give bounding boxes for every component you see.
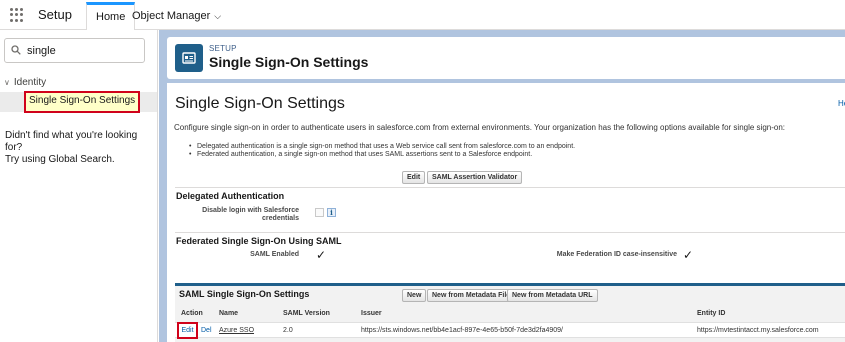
disable-login-checkbox[interactable] xyxy=(315,208,324,217)
row-saml-version: 2.0 xyxy=(283,327,293,334)
page-description: Configure single sign-on in order to aut… xyxy=(174,123,786,132)
list-item: Federated authentication, a single sign-… xyxy=(189,151,575,159)
saml-enabled-check-icon: ✓ xyxy=(316,248,327,262)
divider xyxy=(175,232,845,233)
new-button[interactable]: New xyxy=(402,289,427,302)
disable-login-label-line2: credentials xyxy=(262,215,299,222)
saml-settings-section: SAML Single Sign-On Settings New New fro… xyxy=(175,283,845,342)
disable-login-label-line1: Disable login with Salesforce xyxy=(202,207,299,214)
new-from-metadata-url-button[interactable]: New from Metadata URL xyxy=(507,289,598,302)
divider xyxy=(175,187,845,188)
page-title: Single Sign-On Settings xyxy=(175,95,345,112)
tree-node-identity-label: Identity xyxy=(13,77,47,88)
chevron-down-icon[interactable]: ⌵ xyxy=(214,2,221,30)
quick-find-box[interactable] xyxy=(4,38,145,63)
tree-item-single-sign-on-settings[interactable]: Single Sign-On Settings xyxy=(23,91,141,113)
app-launcher-icon[interactable] xyxy=(10,8,24,22)
settings-page-icon xyxy=(175,44,203,72)
breadcrumb-setup: SETUP xyxy=(209,44,237,53)
list-item: Delegated authentication is a single sig… xyxy=(189,143,575,151)
sso-options-list: Delegated authentication is a single sig… xyxy=(189,143,575,159)
tab-object-manager[interactable]: Object Manager ⌵ xyxy=(123,2,230,30)
app-name: Setup xyxy=(38,7,72,22)
info-icon[interactable]: i xyxy=(327,208,336,217)
row-delete-link[interactable]: Del xyxy=(201,327,212,334)
page-header: SETUP Single Sign-On Settings xyxy=(167,37,845,79)
row-edit-link[interactable]: Edit xyxy=(177,322,198,339)
case-insensitive-check-icon: ✓ xyxy=(683,248,694,262)
row-entity-id: https://mvtestintacct.my.salesforce.com xyxy=(697,327,819,334)
global-header: Setup Home Object Manager ⌵ xyxy=(0,0,845,30)
saml-assertion-validator-button[interactable]: SAML Assertion Validator xyxy=(427,171,523,184)
global-search-hint: Didn't find what you're looking for? Try… xyxy=(5,130,157,166)
not-found-text: Didn't find what you're looking for? xyxy=(5,130,138,153)
chevron-down-icon[interactable]: ∨ xyxy=(4,78,10,87)
tab-home-label: Home xyxy=(96,11,126,23)
row-issuer: https://sts.windows.net/bb4e1acf-897e-4e… xyxy=(361,327,563,334)
federated-sso-title: Federated Single Sign-On Using SAML xyxy=(176,236,342,246)
column-header-name: Name xyxy=(219,310,239,317)
table-header: Action Name SAML Version Issuer Entity I… xyxy=(175,310,845,321)
case-insensitive-label: Make Federation ID case-insensitive xyxy=(556,251,677,258)
tree-node-identity[interactable]: ∨ Identity xyxy=(4,77,46,88)
id-card-icon xyxy=(182,52,196,64)
content-panel: Single Sign-On Settings He Configure sin… xyxy=(167,83,845,342)
search-icon xyxy=(11,45,21,55)
edit-button[interactable]: Edit xyxy=(402,171,426,184)
row-name-link[interactable]: Azure SSO xyxy=(219,327,254,334)
table-row: Edit Del Azure SSO 2.0 https://sts.windo… xyxy=(175,322,845,339)
column-header-entity-id: Entity ID xyxy=(697,310,726,317)
column-header-saml-version: SAML Version xyxy=(283,310,330,317)
page-header-title: Single Sign-On Settings xyxy=(209,54,369,70)
setup-sidebar: ∨Identity Single Sign-On Settings Didn't… xyxy=(0,30,158,342)
new-from-metadata-file-button[interactable]: New from Metadata File xyxy=(427,289,516,302)
help-link[interactable]: He xyxy=(838,99,845,108)
saml-settings-title: SAML Single Sign-On Settings xyxy=(179,289,310,299)
saml-enabled-label: SAML Enabled xyxy=(250,251,299,258)
tab-object-manager-label: Object Manager xyxy=(132,10,211,22)
global-search-text: Try using Global Search. xyxy=(5,154,115,165)
quick-find-input[interactable] xyxy=(27,43,137,59)
disable-login-label: Disable login with Salesforce credential… xyxy=(187,207,299,223)
column-header-issuer: Issuer xyxy=(361,310,382,317)
column-header-action: Action xyxy=(181,310,203,317)
delegated-auth-title: Delegated Authentication xyxy=(176,191,285,201)
